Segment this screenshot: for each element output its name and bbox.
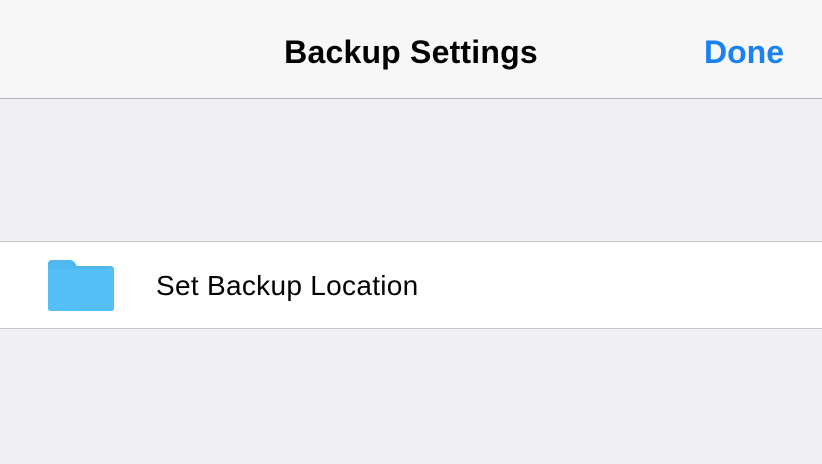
navigation-bar: Backup Settings Done [0, 0, 822, 99]
cell-label: Set Backup Location [156, 270, 419, 301]
page-title: Backup Settings [284, 34, 538, 70]
backup-settings-screen: Backup Settings Done Set Backup Location [0, 0, 822, 464]
folder-icon [48, 260, 114, 311]
done-button[interactable]: Done [704, 34, 784, 71]
set-backup-location-cell[interactable]: Set Backup Location [0, 241, 822, 329]
